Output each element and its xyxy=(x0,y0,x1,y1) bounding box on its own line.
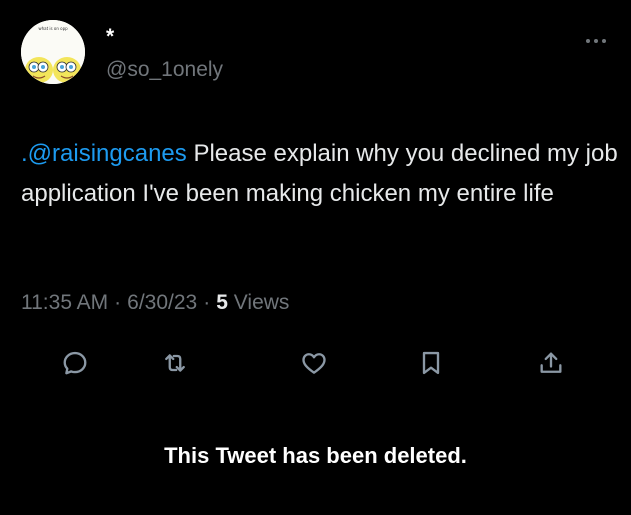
separator-dot: · xyxy=(203,291,211,314)
more-options-icon[interactable] xyxy=(584,34,608,46)
tweet-meta: 11:35 AM · 6/30/23 · 5 Views xyxy=(21,292,289,313)
like-button[interactable] xyxy=(298,347,330,379)
handle[interactable]: @so_1onely xyxy=(106,59,223,80)
like-icon xyxy=(302,353,326,374)
views-count[interactable]: 5 xyxy=(216,291,228,314)
avatar-caption: what is on opp xyxy=(38,26,68,31)
share-icon xyxy=(540,352,562,373)
reply-button[interactable] xyxy=(59,347,91,379)
tweet-date[interactable]: 6/30/23 xyxy=(127,291,197,314)
deleted-notice: This Tweet has been deleted. xyxy=(164,443,467,468)
bookmark-button[interactable] xyxy=(415,347,447,379)
display-name[interactable]: * xyxy=(106,26,114,47)
retweet-button[interactable] xyxy=(159,347,191,379)
tweet-card: what is on opp * @so_1onely .@raisingcan… xyxy=(0,0,631,515)
avatar[interactable]: what is on opp xyxy=(21,20,85,84)
views-label[interactable]: Views xyxy=(234,291,290,314)
bookmark-icon xyxy=(422,351,440,375)
tweet-text: .@raisingcanes Please explain why you de… xyxy=(21,134,621,214)
reply-icon xyxy=(63,351,87,375)
retweet-icon xyxy=(165,354,185,372)
separator-dot: · xyxy=(114,291,122,314)
share-button[interactable] xyxy=(535,347,567,379)
mention-link[interactable]: .@raisingcanes xyxy=(21,140,187,167)
tweet-time[interactable]: 11:35 AM xyxy=(21,291,108,314)
